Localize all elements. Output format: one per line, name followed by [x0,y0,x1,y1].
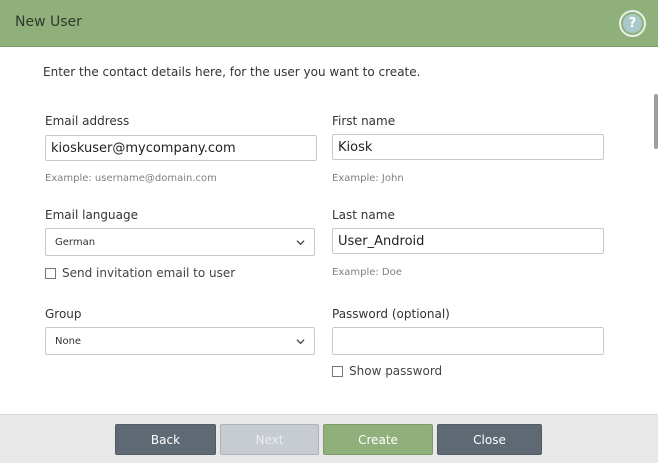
email-language-select[interactable]: German [45,228,315,256]
chevron-down-icon [296,337,305,346]
dialog-content: Enter the contact details here, for the … [0,47,658,414]
email-label: Email address [45,114,130,128]
intro-text: Enter the contact details here, for the … [43,65,421,79]
email-language-label: Email language [45,208,138,222]
group-label: Group [45,307,82,321]
help-button[interactable]: ? [619,10,646,37]
send-invitation-label: Send invitation email to user [62,266,236,280]
question-icon: ? [623,14,642,33]
dialog-footer: Back Next Create Close [0,414,658,463]
last-name-value: User_Android [338,233,425,249]
send-invitation-checkbox[interactable] [45,267,56,279]
scrollbar-thumb[interactable] [654,94,658,149]
chevron-down-icon [296,238,305,247]
group-value: None [55,335,82,347]
first-name-input[interactable]: Kiosk [332,134,604,160]
close-button[interactable]: Close [437,424,542,455]
next-button[interactable]: Next [220,424,319,455]
first-name-hint: Example: John [332,173,404,184]
last-name-label: Last name [332,208,395,222]
last-name-input[interactable]: User_Android [332,228,604,254]
dialog-header: New User ? [0,0,658,47]
show-password-label: Show password [349,364,443,378]
group-select[interactable]: None [45,327,315,355]
create-button[interactable]: Create [323,424,433,455]
show-password-checkbox-row[interactable]: Show password [332,364,442,378]
first-name-label: First name [332,114,396,128]
send-invitation-checkbox-row[interactable]: Send invitation email to user [45,266,235,280]
password-input[interactable] [332,327,604,355]
email-language-value: German [55,236,96,248]
back-button[interactable]: Back [115,424,216,455]
dialog-title: New User [15,14,82,30]
password-label: Password (optional) [332,307,450,321]
email-input[interactable]: kioskuser@mycompany.com [45,135,317,161]
email-value: kioskuser@mycompany.com [51,140,236,156]
email-hint: Example: username@domain.com [45,173,217,184]
first-name-value: Kiosk [338,139,373,155]
last-name-hint: Example: Doe [332,267,402,278]
show-password-checkbox[interactable] [332,365,343,377]
